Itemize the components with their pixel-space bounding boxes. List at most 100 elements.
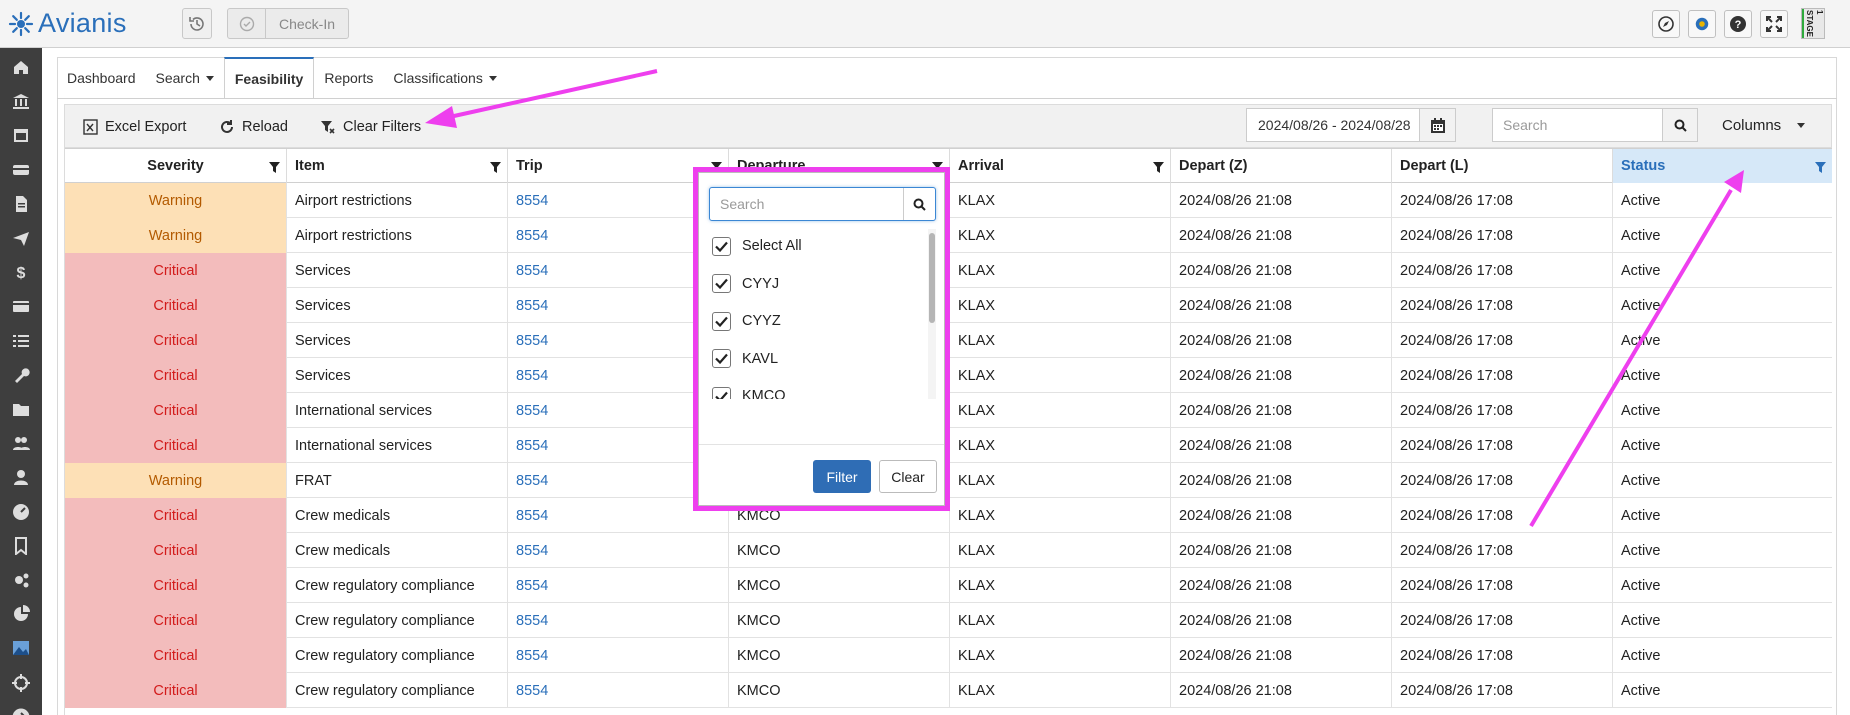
- cell-depart-z: 2024/08/26 21:08: [1171, 323, 1392, 358]
- column-filter-button[interactable]: [1153, 161, 1164, 177]
- help-button[interactable]: ?: [1724, 10, 1752, 38]
- sidebar-item-calendar[interactable]: [0, 118, 42, 152]
- excel-export-button[interactable]: Excel Export: [83, 105, 186, 149]
- filter-apply-button[interactable]: Filter: [813, 460, 871, 493]
- stage-number: 1: [1815, 10, 1824, 15]
- cell-item: Services: [287, 358, 508, 393]
- sidebar-item-dollar[interactable]: $: [0, 255, 42, 289]
- table-row[interactable]: Critical Crew regulatory compliance 8554 KM…: [65, 568, 1832, 603]
- filter-list-scrollbar[interactable]: [928, 229, 936, 399]
- sidebar-item-bank[interactable]: [0, 84, 42, 118]
- history-button[interactable]: [182, 8, 212, 39]
- cell-severity: Critical: [65, 323, 287, 358]
- column-header-item[interactable]: Item: [287, 149, 508, 183]
- column-filter-button[interactable]: [269, 161, 280, 177]
- sidebar-item-card[interactable]: [0, 153, 42, 187]
- sidebar-item-plane[interactable]: [0, 221, 42, 255]
- sidebar-item-dashboard[interactable]: [0, 495, 42, 529]
- sidebar-item-pie-chart[interactable]: [0, 597, 42, 631]
- cell-depart-l: 2024/08/26 17:08: [1392, 463, 1613, 498]
- date-range-input[interactable]: 2024/08/26 - 2024/08/28: [1247, 109, 1420, 141]
- filter-option[interactable]: Select All: [712, 235, 802, 257]
- checkbox[interactable]: [712, 311, 731, 331]
- app-logo[interactable]: Avianis: [8, 8, 127, 39]
- sidebar-item-folder[interactable]: [0, 392, 42, 426]
- cell-arrival: KLAX: [950, 568, 1171, 603]
- cell-status: Active: [1613, 288, 1832, 323]
- cell-depart-z: 2024/08/26 21:08: [1171, 533, 1392, 568]
- fullscreen-button[interactable]: [1760, 10, 1788, 38]
- cell-depart-z: 2024/08/26 21:08: [1171, 253, 1392, 288]
- filter-option[interactable]: CYYJ: [712, 273, 779, 295]
- cell-severity: Critical: [65, 638, 287, 673]
- date-range-picker[interactable]: 2024/08/26 - 2024/08/28: [1246, 108, 1456, 142]
- sidebar-item-crosshair[interactable]: [0, 666, 42, 700]
- filter-search-button[interactable]: [904, 188, 935, 220]
- sidebar-item-wrench[interactable]: [0, 358, 42, 392]
- cell-trip[interactable]: 8554: [508, 638, 729, 673]
- cell-severity: Critical: [65, 498, 287, 533]
- check-in-button[interactable]: Check-In: [227, 8, 349, 39]
- column-header-depart-l[interactable]: Depart (L): [1392, 149, 1613, 183]
- table-row[interactable]: Critical Crew regulatory compliance 8554 KM…: [65, 638, 1832, 673]
- filter-option[interactable]: CYYZ: [712, 310, 781, 332]
- compass-button[interactable]: [1652, 10, 1680, 38]
- sidebar-item-list[interactable]: [0, 324, 42, 358]
- tab-feasibility[interactable]: Feasibility: [223, 57, 315, 99]
- filter-clear-button[interactable]: Clear: [879, 460, 937, 493]
- column-header-severity[interactable]: Severity: [65, 149, 287, 183]
- sidebar-item-user[interactable]: [0, 460, 42, 494]
- sidebar-item-arrow-right[interactable]: [0, 700, 42, 715]
- sidebar-item-users[interactable]: [0, 426, 42, 460]
- clear-filters-button[interactable]: Clear Filters: [320, 105, 421, 149]
- table-row[interactable]: Critical Crew regulatory compliance 8554 KM…: [65, 603, 1832, 638]
- column-filter-button[interactable]: [1815, 161, 1826, 177]
- column-header-arrival[interactable]: Arrival: [950, 149, 1171, 183]
- reload-button[interactable]: Reload: [219, 105, 288, 149]
- reload-icon: [221, 120, 233, 133]
- tab-search[interactable]: Search: [146, 57, 224, 99]
- dollar-icon: $: [17, 265, 26, 281]
- checkbox[interactable]: [712, 349, 731, 368]
- filter-search-input[interactable]: Search: [710, 188, 904, 220]
- sidebar-item-bookmark[interactable]: [0, 529, 42, 563]
- cell-depart-z: 2024/08/26 21:08: [1171, 498, 1392, 533]
- nav-tabs: Dashboard Search Feasibility Reports Classif…: [57, 57, 507, 99]
- sidebar-item-image[interactable]: [0, 631, 42, 665]
- sidebar-item-cogs[interactable]: [0, 563, 42, 597]
- sidebar-item-home[interactable]: [0, 50, 42, 84]
- scrollbar-thumb[interactable]: [929, 233, 935, 323]
- cell-depart-l: 2024/08/26 17:08: [1392, 638, 1613, 673]
- cell-depart-l: 2024/08/26 17:08: [1392, 603, 1613, 638]
- columns-button[interactable]: Columns: [1722, 108, 1806, 142]
- calendar-button[interactable]: [1420, 109, 1455, 141]
- grid-search-input[interactable]: Search: [1493, 109, 1663, 141]
- tab-reports[interactable]: Reports: [314, 57, 383, 99]
- table-row[interactable]: Critical Crew medicals 8554 KMCO KLAX 2024/08…: [65, 533, 1832, 568]
- table-row[interactable]: Critical Crew regulatory compliance 8554 KM…: [65, 673, 1832, 708]
- cell-trip[interactable]: 8554: [508, 568, 729, 603]
- checkbox[interactable]: [712, 274, 731, 293]
- filter-option[interactable]: KAVL: [712, 348, 778, 370]
- avianis-button[interactable]: [1688, 10, 1716, 38]
- cell-item: Crew medicals: [287, 533, 508, 568]
- cell-trip[interactable]: 8554: [508, 673, 729, 708]
- sidebar-item-document[interactable]: [0, 187, 42, 221]
- column-header-depart-z[interactable]: Depart (Z): [1171, 149, 1392, 183]
- checkmark-icon: [715, 353, 728, 364]
- cell-trip[interactable]: 8554: [508, 533, 729, 568]
- checkmark-icon: [715, 391, 728, 399]
- cell-item: Airport restrictions: [287, 218, 508, 253]
- checkbox[interactable]: [712, 236, 731, 256]
- filter-option[interactable]: KMCO: [712, 385, 786, 399]
- column-header-status[interactable]: Status: [1613, 149, 1832, 183]
- tab-classifications[interactable]: Classifications: [383, 57, 506, 99]
- column-filter-button[interactable]: [490, 161, 501, 177]
- cell-severity: Critical: [65, 533, 287, 568]
- sidebar-item-credit-card[interactable]: [0, 289, 42, 323]
- grid-search-button[interactable]: [1663, 109, 1697, 141]
- checkbox[interactable]: [712, 386, 731, 399]
- tab-dashboard[interactable]: Dashboard: [57, 57, 146, 99]
- user-icon: [14, 470, 28, 486]
- cell-trip[interactable]: 8554: [508, 603, 729, 638]
